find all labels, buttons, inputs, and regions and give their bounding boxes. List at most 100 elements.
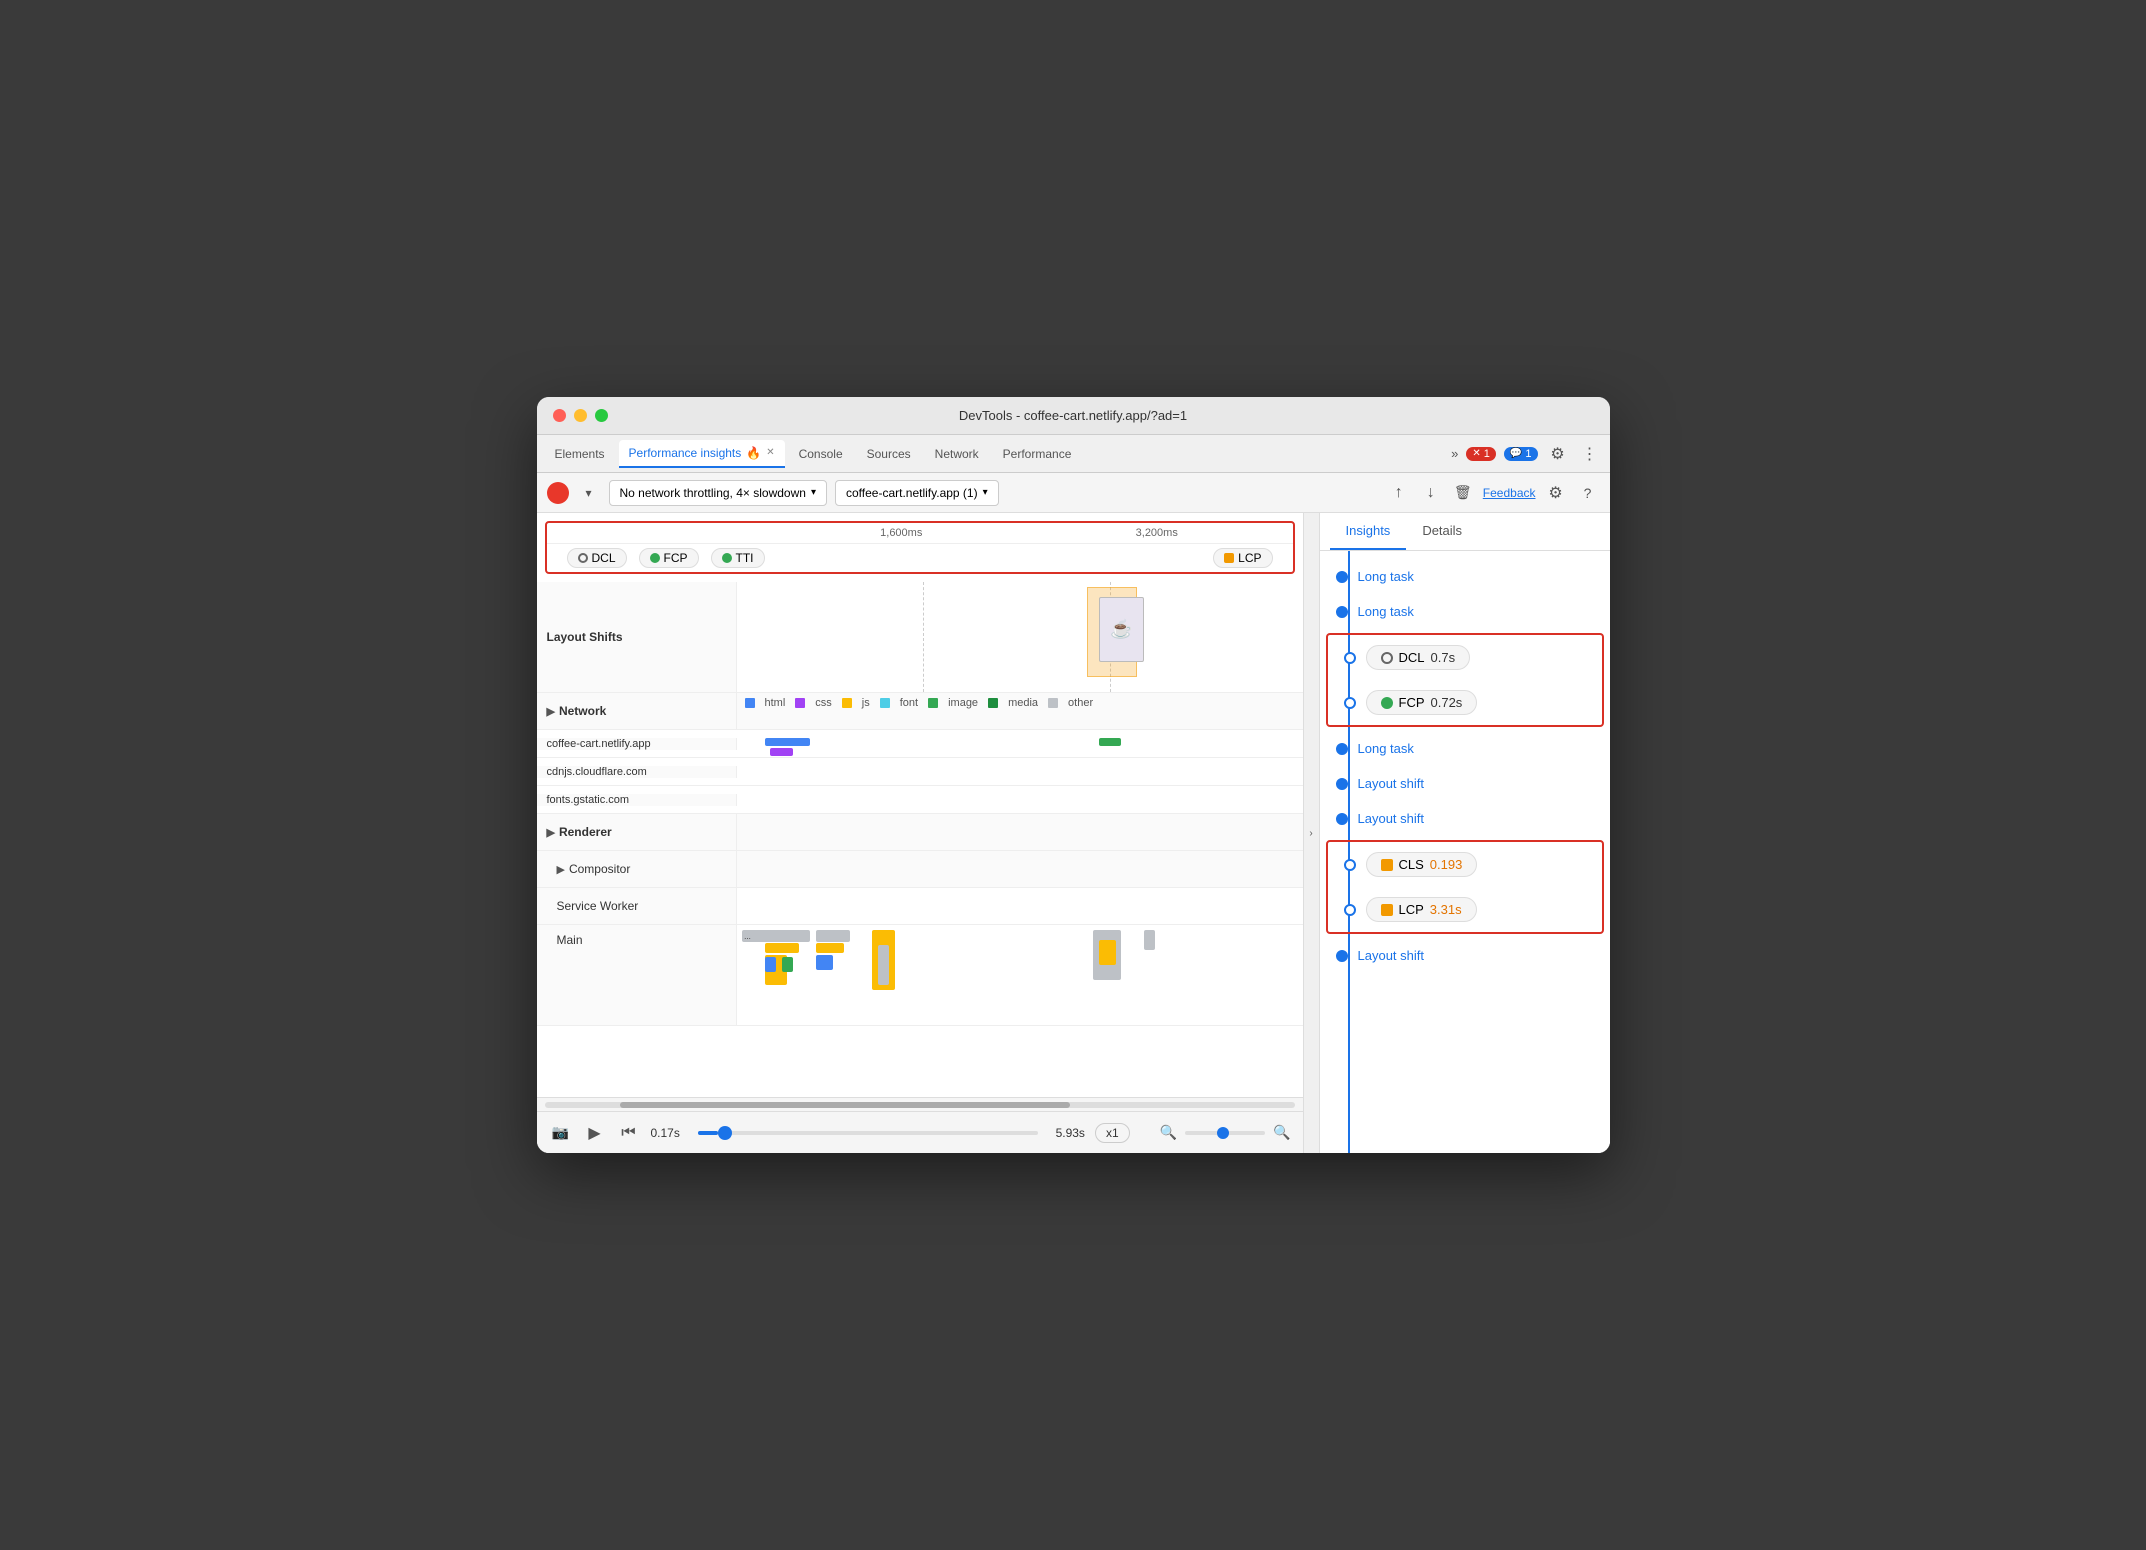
more-options-icon[interactable]: ⋮	[1578, 442, 1602, 466]
dot-3	[1336, 743, 1348, 755]
network-legend-row: ▶ Network html css js font	[537, 693, 1303, 730]
net-bars-fonts	[737, 786, 1303, 814]
help-icon[interactable]: ?	[1576, 481, 1600, 505]
service-worker-label: Service Worker	[537, 888, 737, 924]
minimize-button[interactable]	[574, 409, 587, 422]
gear-icon[interactable]: ⚙	[1544, 481, 1568, 505]
timeline-panel: 1,600ms 3,200ms DCL FCP TTI	[537, 513, 1304, 1153]
tti-marker[interactable]: TTI	[711, 548, 765, 568]
flame-chart[interactable]: ...	[737, 925, 1303, 1025]
dot-1	[1336, 571, 1348, 583]
tab-insights[interactable]: Insights	[1330, 513, 1407, 550]
insights-tab-label: Insights	[1346, 523, 1391, 538]
flame-block-12	[1099, 940, 1116, 965]
layout-shift-link-1[interactable]: Layout shift	[1358, 776, 1425, 791]
tab-elements[interactable]: Elements	[545, 440, 615, 468]
insight-layout-shift-1[interactable]: Layout shift	[1320, 766, 1610, 801]
insight-fcp[interactable]: FCP 0.72s	[1328, 680, 1602, 725]
tab-network[interactable]: Network	[925, 440, 989, 468]
expand-network-icon[interactable]: ▶	[547, 705, 555, 718]
expand-renderer-icon[interactable]: ▶	[547, 826, 555, 839]
target-dropdown[interactable]: coffee-cart.netlify.app (1) ▾	[835, 480, 999, 506]
screenshot-toggle-button[interactable]: 📷	[549, 1121, 573, 1145]
insight-dcl[interactable]: DCL 0.7s	[1328, 635, 1602, 680]
tab-sources[interactable]: Sources	[857, 440, 921, 468]
scroll-thumb[interactable]	[620, 1102, 1070, 1108]
net-row-cdnjs: cdnjs.cloudflare.com	[537, 758, 1303, 786]
chevron-down-icon[interactable]: ▾	[577, 481, 601, 505]
panel-collapse-button[interactable]: ›	[1304, 513, 1320, 1153]
service-worker-text: Service Worker	[557, 899, 639, 913]
toolbar-actions: ↑ ↓ 🗑 Feedback ⚙ ?	[1387, 481, 1600, 505]
target-dropdown-arrow-icon: ▾	[983, 487, 988, 498]
playback-thumb[interactable]	[718, 1126, 732, 1140]
layout-shift-link-2[interactable]: Layout shift	[1358, 811, 1425, 826]
insight-long-task-3[interactable]: Long task	[1320, 731, 1610, 766]
playback-slider[interactable]	[698, 1131, 1038, 1135]
insight-long-task-1[interactable]: Long task	[1320, 559, 1610, 594]
layout-shifts-content[interactable]: ☕	[737, 582, 1303, 692]
tab-perf-label: Performance insights	[629, 446, 742, 460]
flame-block-4	[765, 957, 776, 972]
dcl-badge-value: 0.7s	[1431, 650, 1456, 665]
legend-js	[842, 698, 852, 708]
dcl-badge-icon	[1381, 652, 1393, 664]
insight-cls[interactable]: CLS 0.193	[1328, 842, 1602, 887]
net-bar-html-1	[765, 738, 810, 746]
zoom-out-icon[interactable]: 🔍	[1160, 1124, 1177, 1141]
close-button[interactable]	[553, 409, 566, 422]
settings-icon[interactable]: ⚙	[1546, 442, 1570, 466]
zoom-slider[interactable]	[1185, 1131, 1265, 1135]
long-task-link-1[interactable]: Long task	[1358, 569, 1414, 584]
expand-compositor-icon[interactable]: ▶	[557, 863, 565, 876]
fcp-badge-icon	[1381, 697, 1393, 709]
lcp-badge-label: LCP	[1399, 902, 1424, 917]
insight-layout-shift-2[interactable]: Layout shift	[1320, 801, 1610, 836]
service-worker-track: Service Worker	[537, 888, 1303, 925]
legend-other	[1048, 698, 1058, 708]
insight-long-task-2[interactable]: Long task	[1320, 594, 1610, 629]
upload-icon[interactable]: ↑	[1387, 481, 1411, 505]
layout-shift-link-3[interactable]: Layout shift	[1358, 948, 1425, 963]
renderer-label: ▶ Renderer	[537, 814, 737, 850]
fcp-marker[interactable]: FCP	[639, 548, 699, 568]
zoom-thumb[interactable]	[1217, 1127, 1229, 1139]
feedback-link[interactable]: Feedback	[1483, 486, 1536, 500]
insight-layout-shift-3[interactable]: Layout shift	[1320, 938, 1610, 973]
long-task-link-3[interactable]: Long task	[1358, 741, 1414, 756]
legend-font	[880, 698, 890, 708]
skip-to-start-button[interactable]: ⏮	[617, 1121, 641, 1145]
lcp-marker[interactable]: LCP	[1213, 548, 1272, 568]
tab-performance-insights[interactable]: Performance insights 🔥 ✕	[619, 440, 785, 468]
long-task-link-2[interactable]: Long task	[1358, 604, 1414, 619]
tab-close-icon[interactable]: ✕	[766, 447, 774, 458]
tab-performance[interactable]: Performance	[993, 440, 1082, 468]
scroll-track[interactable]	[545, 1102, 1295, 1108]
dcl-badge: DCL 0.7s	[1366, 645, 1471, 670]
play-button[interactable]: ▶	[583, 1121, 607, 1145]
tab-details[interactable]: Details	[1406, 513, 1478, 550]
insight-lcp[interactable]: LCP 3.31s	[1328, 887, 1602, 932]
scroll-bar-area	[537, 1097, 1303, 1111]
cls-badge-label: CLS	[1399, 857, 1424, 872]
network-throttle-dropdown[interactable]: No network throttling, 4× slowdown ▾	[609, 480, 827, 506]
download-icon[interactable]: ↓	[1419, 481, 1443, 505]
delete-icon[interactable]: 🗑	[1451, 481, 1475, 505]
record-button[interactable]	[547, 482, 569, 504]
speed-badge[interactable]: x1	[1095, 1123, 1130, 1143]
lcp-badge: LCP 3.31s	[1366, 897, 1477, 922]
zoom-in-icon[interactable]: 🔍	[1273, 1124, 1290, 1141]
network-label: ▶ Network	[537, 693, 737, 729]
dcl-marker[interactable]: DCL	[567, 548, 627, 568]
legend-media	[988, 698, 998, 708]
tab-console[interactable]: Console	[789, 440, 853, 468]
lcp-badge-icon	[1381, 904, 1393, 916]
flame-block-7	[816, 943, 844, 953]
maximize-button[interactable]	[595, 409, 608, 422]
flame-block-8	[816, 955, 833, 970]
zoom-controls: 🔍 🔍	[1160, 1124, 1291, 1141]
info-icon: 💬	[1510, 448, 1522, 459]
more-tabs-button[interactable]: »	[1451, 446, 1458, 461]
network-legend-content: html css js font image media	[737, 693, 1303, 729]
dot-6	[1336, 950, 1348, 962]
